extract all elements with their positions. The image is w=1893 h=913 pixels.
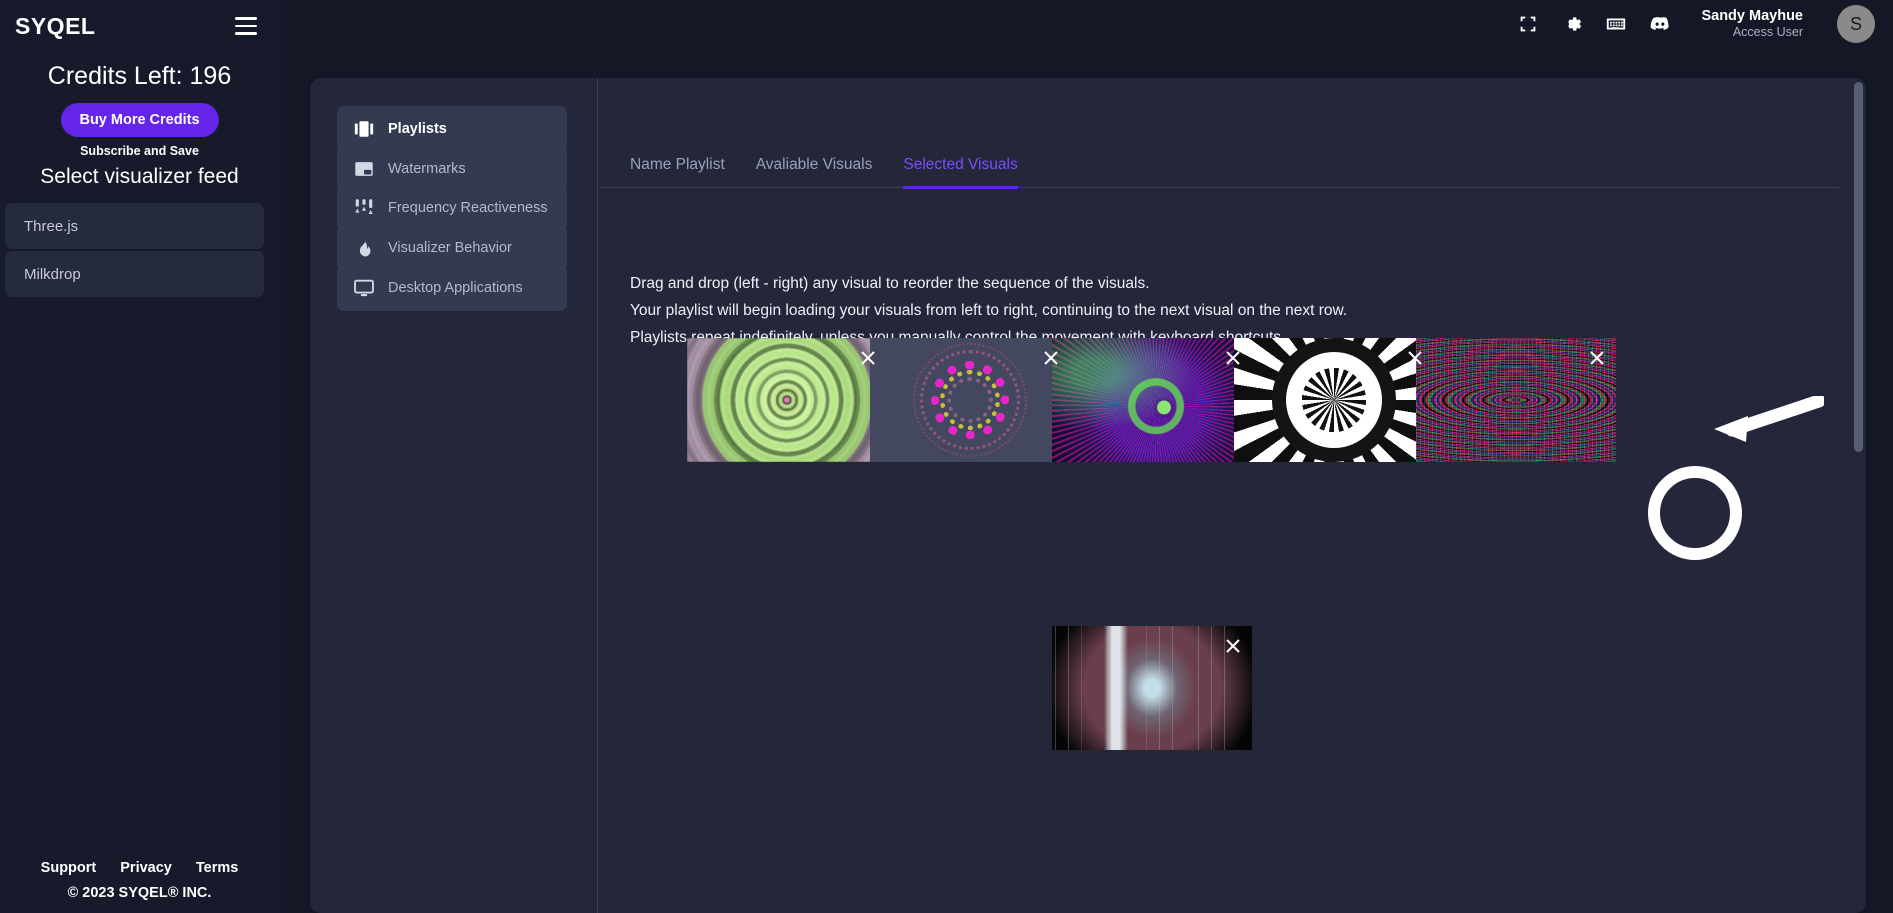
remove-visual-button[interactable] xyxy=(1225,638,1241,654)
menu-item-label: Playlists xyxy=(388,121,447,137)
playlists-icon xyxy=(353,118,375,140)
watermark-icon xyxy=(353,158,375,180)
hamburger-icon[interactable] xyxy=(235,17,257,35)
buy-more-credits-button[interactable]: Buy More Credits xyxy=(60,103,219,137)
user-info[interactable]: Sandy Mayhue Access User xyxy=(1701,7,1803,41)
menu-item-desktop-applications[interactable]: Desktop Applications xyxy=(337,265,567,311)
cursor-highlight-ring xyxy=(1648,466,1742,560)
visual-thumbnail[interactable] xyxy=(687,338,887,462)
visual-thumbnail[interactable] xyxy=(1416,338,1616,462)
remove-visual-button[interactable] xyxy=(1589,350,1605,366)
pointer-arrow xyxy=(1704,394,1826,446)
hamburger-bar xyxy=(235,32,257,35)
visual-thumbnail[interactable] xyxy=(870,338,1070,462)
remove-visual-button[interactable] xyxy=(1407,350,1423,366)
mandala-ring xyxy=(947,377,993,423)
fullscreen-icon[interactable] xyxy=(1517,13,1539,35)
tab-name-playlist[interactable]: Name Playlist xyxy=(630,156,725,189)
feed-option-milkdrop[interactable]: Milkdrop xyxy=(5,251,264,297)
flame-icon xyxy=(353,237,375,259)
menu-item-label: Frequency Reactiveness xyxy=(388,200,548,216)
footer-link-support[interactable]: Support xyxy=(41,860,97,876)
content-scrollbar[interactable] xyxy=(1854,82,1863,909)
purple-galaxy-visual xyxy=(1052,338,1252,462)
footer-link-privacy[interactable]: Privacy xyxy=(120,860,172,876)
menu-item-label: Watermarks xyxy=(388,161,466,177)
remove-visual-button[interactable] xyxy=(860,350,876,366)
sidebar: SYQEL Credits Left: 196 Buy More Credits… xyxy=(0,0,279,913)
instruction-line: Your playlist will begin loading your vi… xyxy=(630,302,1348,319)
visual-thumbnail[interactable] xyxy=(1234,338,1434,462)
credits-left-label: Credits Left: 196 xyxy=(47,62,232,90)
green-fractal-visual xyxy=(687,338,887,462)
user-name: Sandy Mayhue xyxy=(1701,8,1803,25)
footer-link-terms[interactable]: Terms xyxy=(196,860,238,876)
kaleidoscope-visual xyxy=(1416,338,1616,462)
main-card: Playlists Watermarks Frequency Reactiven… xyxy=(310,78,1866,913)
visual-thumbnail[interactable] xyxy=(1052,626,1252,750)
visual-thumbnail[interactable] xyxy=(1052,338,1252,462)
monitor-icon xyxy=(353,277,375,299)
select-visualizer-feed-title: Select visualizer feed xyxy=(40,165,239,188)
feed-option-threejs[interactable]: Three.js xyxy=(5,203,264,249)
footer-links: Support Privacy Terms xyxy=(0,860,279,876)
brand-logo[interactable]: SYQEL xyxy=(15,13,95,40)
keyboard-icon[interactable] xyxy=(1605,13,1627,35)
content-area: Name Playlist Avaliable Visuals Selected… xyxy=(599,78,1866,913)
menu-item-label: Desktop Applications xyxy=(388,280,523,296)
subscribe-and-save-label[interactable]: Subscribe and Save xyxy=(0,144,279,158)
header-toolbar: Sandy Mayhue Access User S xyxy=(1517,0,1875,48)
scrollbar-thumb[interactable] xyxy=(1854,82,1863,452)
magenta-ring-mandala-visual xyxy=(870,338,1070,462)
settings-menu-panel: Playlists Watermarks Frequency Reactiven… xyxy=(310,78,598,913)
remove-visual-button[interactable] xyxy=(1225,350,1241,366)
user-role: Access User xyxy=(1732,25,1803,40)
hamburger-bar xyxy=(235,24,257,28)
gear-icon[interactable] xyxy=(1561,13,1583,35)
avatar[interactable]: S xyxy=(1837,5,1875,43)
monochrome-gear-visual xyxy=(1234,338,1434,462)
sliders-icon xyxy=(353,197,375,219)
tab-bar: Name Playlist Avaliable Visuals Selected… xyxy=(599,144,1839,189)
sidebar-footer: Support Privacy Terms © 2023 SYQEL® INC. xyxy=(0,860,279,913)
tab-selected-visuals[interactable]: Selected Visuals xyxy=(903,156,1018,189)
instruction-line: Drag and drop (left - right) any visual … xyxy=(630,275,1150,292)
tab-available-visuals[interactable]: Avaliable Visuals xyxy=(756,156,873,189)
hamburger-bar xyxy=(235,17,257,20)
remove-visual-button[interactable] xyxy=(1043,350,1059,366)
menu-item-label: Visualizer Behavior xyxy=(388,240,512,256)
discord-icon[interactable] xyxy=(1649,13,1671,35)
copyright-text: © 2023 SYQEL® INC. xyxy=(67,885,212,901)
light-streaks-visual xyxy=(1052,626,1252,750)
